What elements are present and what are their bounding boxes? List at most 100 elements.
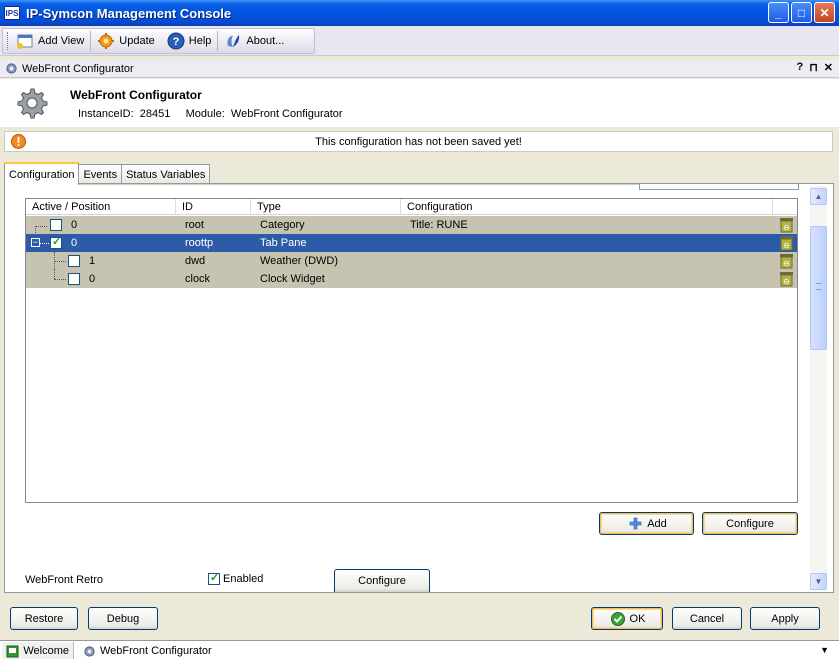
- tab-events[interactable]: Events: [78, 164, 123, 184]
- app-logo-icon: IPS: [4, 6, 20, 20]
- update-button[interactable]: Update: [91, 29, 160, 53]
- row-configuration: Title: RUNE: [410, 219, 468, 231]
- svg-text:⊖: ⊖: [783, 277, 790, 286]
- delete-row-icon[interactable]: ⊖: [779, 271, 794, 287]
- table-row-selected[interactable]: − 0 roottp Tab Pane ⊖: [26, 234, 797, 252]
- scroll-thumb[interactable]: [810, 226, 827, 350]
- delete-row-icon[interactable]: ⊖: [779, 217, 794, 233]
- svg-text:⊖: ⊖: [783, 223, 790, 232]
- minimize-button[interactable]: _: [768, 2, 789, 23]
- configuration-panel: Active / Position ID Type Configuration …: [4, 183, 834, 593]
- column-header-id[interactable]: ID: [176, 199, 251, 215]
- row-active-checkbox[interactable]: [68, 273, 80, 285]
- row-position: 0: [89, 273, 96, 285]
- window-titlebar[interactable]: IPS IP-Symcon Management Console _ □ ✕: [0, 0, 839, 26]
- svg-text:⊖: ⊖: [783, 241, 790, 250]
- update-label: Update: [119, 35, 155, 47]
- help-button[interactable]: ? Help: [161, 29, 218, 53]
- doc-tab-webfront-configurator[interactable]: WebFront Configurator: [78, 642, 218, 659]
- doc-tab-welcome-label: Welcome: [23, 645, 69, 657]
- add-button[interactable]: Add: [599, 512, 694, 535]
- column-header-configuration[interactable]: Configuration: [401, 199, 773, 215]
- help-icon: ?: [167, 32, 185, 50]
- table-row[interactable]: 0 clock Clock Widget ⊖: [26, 270, 797, 288]
- instance-id-value: 28451: [139, 108, 171, 120]
- panel-help-button[interactable]: ?: [796, 61, 803, 74]
- svg-text:⊖: ⊖: [783, 259, 790, 268]
- tree-line: [54, 270, 55, 279]
- row-type: Tab Pane: [260, 237, 307, 249]
- instance-gear-icon: [14, 86, 48, 123]
- svg-text:?: ?: [172, 36, 179, 48]
- about-button[interactable]: About...: [218, 29, 290, 53]
- unsaved-warning: This configuration has not been saved ye…: [4, 131, 833, 152]
- enabled-checkbox-box[interactable]: [208, 571, 220, 585]
- welcome-icon: [6, 644, 19, 658]
- delete-row-icon[interactable]: ⊖: [779, 253, 794, 269]
- row-id: root: [185, 219, 204, 231]
- update-icon: [97, 32, 115, 50]
- row-type: Weather (DWD): [260, 255, 339, 267]
- add-view-button[interactable]: Add View: [10, 29, 90, 53]
- configure-retro-button[interactable]: Configure: [334, 569, 430, 592]
- table-row[interactable]: 0 root Category Title: RUNE ⊖: [26, 216, 797, 234]
- check-icon: [609, 610, 627, 628]
- panel-close-button[interactable]: ✕: [824, 61, 833, 74]
- debug-button[interactable]: Debug: [88, 607, 158, 630]
- maximize-button[interactable]: □: [791, 2, 812, 23]
- items-table[interactable]: Active / Position ID Type Configuration …: [25, 198, 798, 503]
- retro-enabled-checkbox[interactable]: Enabled: [208, 571, 264, 585]
- column-header-actions: [773, 199, 797, 215]
- row-active-checkbox[interactable]: [50, 235, 62, 249]
- instance-name: WebFront Configurator: [70, 88, 202, 102]
- row-active-checkbox[interactable]: [50, 219, 62, 231]
- tab-strip: Configuration Events Status Variables: [4, 162, 211, 185]
- tab-configuration[interactable]: Configuration: [4, 162, 80, 185]
- table-row[interactable]: 1 dwd Weather (DWD) ⊖: [26, 252, 797, 278]
- cancel-button[interactable]: Cancel: [672, 607, 742, 630]
- column-header-type[interactable]: Type: [251, 199, 401, 215]
- instance-meta: InstanceID: 28451 Module: WebFront Confi…: [78, 108, 343, 120]
- vertical-scrollbar[interactable]: ▲ ▼: [810, 186, 827, 590]
- table-header: Active / Position ID Type Configuration: [26, 199, 797, 215]
- help-label: Help: [188, 35, 212, 47]
- dialog-footer: Restore Debug OK Cancel Apply: [0, 600, 839, 638]
- ok-button[interactable]: OK: [591, 607, 663, 630]
- scroll-down-button[interactable]: ▼: [810, 573, 827, 590]
- configure-item-button[interactable]: Configure: [702, 512, 798, 535]
- add-label: Add: [647, 517, 667, 530]
- instance-id-label: InstanceID:: [78, 108, 134, 120]
- warning-text: This configuration has not been saved ye…: [315, 136, 522, 148]
- panel-header: WebFront Configurator ? ⊓ ✕: [0, 60, 839, 78]
- tab-list-dropdown-icon[interactable]: ▼: [820, 645, 829, 655]
- scroll-grip-icon: [816, 283, 822, 290]
- apply-button[interactable]: Apply: [750, 607, 820, 630]
- restore-button[interactable]: Restore: [10, 607, 78, 630]
- column-header-active-position[interactable]: Active / Position: [26, 199, 176, 215]
- toolbar: Add View Update ? Help About...: [0, 26, 839, 56]
- instance-header: WebFront Configurator InstanceID: 28451 …: [0, 79, 839, 127]
- panel-title: WebFront Configurator: [22, 62, 134, 75]
- tree-line: [40, 243, 49, 244]
- module-value: WebFront Configurator: [230, 108, 343, 120]
- row-position: 0: [71, 219, 78, 231]
- row-active-checkbox[interactable]: [68, 255, 80, 267]
- doc-tab-welcome[interactable]: Welcome: [2, 642, 74, 659]
- collapse-toggle[interactable]: −: [31, 238, 40, 247]
- panel-pin-button[interactable]: ⊓: [809, 61, 818, 74]
- tab-status-variables[interactable]: Status Variables: [121, 164, 211, 184]
- about-icon: [224, 32, 242, 50]
- tree-line: [54, 261, 66, 262]
- scroll-up-button[interactable]: ▲: [810, 188, 827, 205]
- module-label: Module:: [185, 108, 225, 120]
- tree-line: [35, 226, 47, 227]
- gear-icon: [82, 644, 96, 658]
- row-position: 1: [89, 255, 96, 267]
- webfront-retro-label: WebFront Retro: [25, 574, 104, 586]
- row-id: clock: [185, 273, 211, 285]
- enabled-label: Enabled: [223, 573, 264, 585]
- partial-field[interactable]: [639, 184, 799, 190]
- delete-row-icon[interactable]: ⊖: [779, 235, 794, 251]
- close-button[interactable]: ✕: [814, 2, 835, 23]
- row-id: dwd: [185, 255, 206, 267]
